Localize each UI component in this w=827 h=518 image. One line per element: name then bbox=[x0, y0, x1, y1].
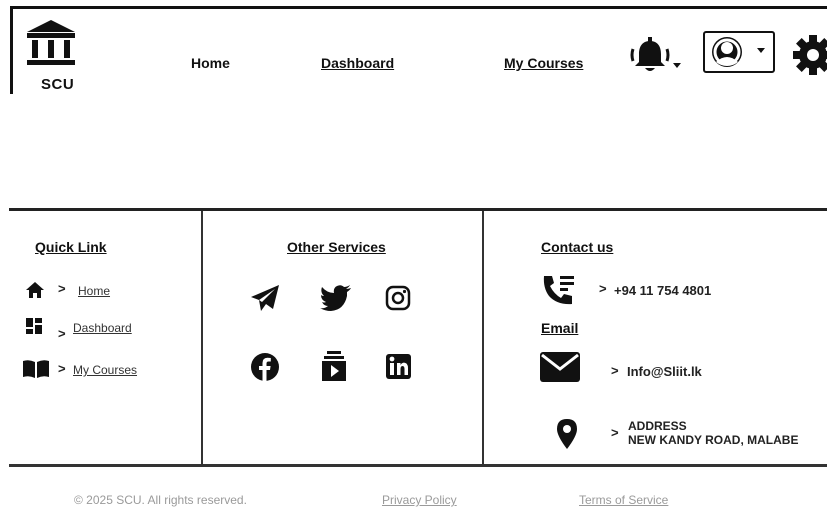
chevron-right-icon: > bbox=[58, 326, 66, 341]
book-icon bbox=[23, 360, 49, 378]
bell-icon bbox=[630, 37, 670, 71]
twitter-icon[interactable] bbox=[320, 285, 352, 311]
gear-icon bbox=[793, 35, 827, 75]
address-label: ADDRESS bbox=[628, 419, 687, 433]
footer: Quick Link > Home > Dashboard > My Cours… bbox=[9, 208, 827, 467]
email-address[interactable]: Info@Sliit.lk bbox=[627, 364, 702, 379]
footer-link-home[interactable]: Home bbox=[78, 284, 110, 298]
address-block: ADDRESS NEW KANDY ROAD, MALABE bbox=[628, 419, 798, 447]
nav-my-courses[interactable]: My Courses bbox=[504, 55, 583, 71]
facebook-icon[interactable] bbox=[250, 352, 280, 382]
settings-button[interactable] bbox=[791, 33, 827, 77]
institution-icon bbox=[27, 20, 75, 65]
envelope-icon bbox=[540, 352, 580, 382]
linkedin-icon[interactable] bbox=[386, 354, 411, 379]
chevron-down-icon bbox=[757, 48, 765, 53]
address-value: NEW KANDY ROAD, MALABE bbox=[628, 433, 799, 447]
nav-home[interactable]: Home bbox=[191, 55, 230, 71]
footer-link-my-courses[interactable]: My Courses bbox=[73, 363, 137, 377]
logo-text: SCU bbox=[41, 76, 75, 93]
top-navbar: SCU Home Dashboard My Courses bbox=[10, 6, 827, 94]
logo[interactable]: SCU bbox=[23, 16, 79, 93]
youtube-subscriptions-icon[interactable] bbox=[322, 350, 346, 382]
dashboard-icon bbox=[26, 318, 42, 334]
column-divider bbox=[482, 211, 484, 467]
copyright-text: © 2025 SCU. All rights reserved. bbox=[74, 493, 247, 507]
phone-icon bbox=[543, 276, 574, 305]
column-divider bbox=[201, 211, 203, 467]
chevron-right-icon: > bbox=[611, 363, 619, 378]
terms-of-service-link[interactable]: Terms of Service bbox=[579, 493, 668, 507]
user-circle-icon bbox=[712, 37, 742, 67]
footer-link-dashboard[interactable]: Dashboard bbox=[73, 321, 132, 335]
phone-number: +94 11 754 4801 bbox=[614, 283, 712, 298]
location-pin-icon bbox=[557, 419, 577, 449]
chevron-right-icon: > bbox=[58, 281, 66, 296]
quick-link-title: Quick Link bbox=[35, 239, 107, 255]
chevron-down-icon bbox=[673, 63, 681, 68]
instagram-icon[interactable] bbox=[385, 285, 411, 311]
privacy-policy-link[interactable]: Privacy Policy bbox=[382, 493, 457, 507]
bottom-bar: © 2025 SCU. All rights reserved. Privacy… bbox=[0, 470, 827, 518]
nav-dashboard[interactable]: Dashboard bbox=[321, 55, 394, 71]
other-services-title: Other Services bbox=[287, 239, 386, 255]
chevron-right-icon: > bbox=[58, 361, 66, 376]
chevron-right-icon: > bbox=[599, 281, 607, 296]
notifications-button[interactable] bbox=[630, 35, 686, 75]
home-icon bbox=[26, 282, 44, 298]
chevron-right-icon: > bbox=[611, 425, 619, 440]
profile-dropdown[interactable] bbox=[703, 31, 775, 73]
email-title: Email bbox=[541, 320, 579, 336]
contact-us-title: Contact us bbox=[541, 239, 614, 255]
telegram-icon[interactable] bbox=[250, 284, 280, 312]
